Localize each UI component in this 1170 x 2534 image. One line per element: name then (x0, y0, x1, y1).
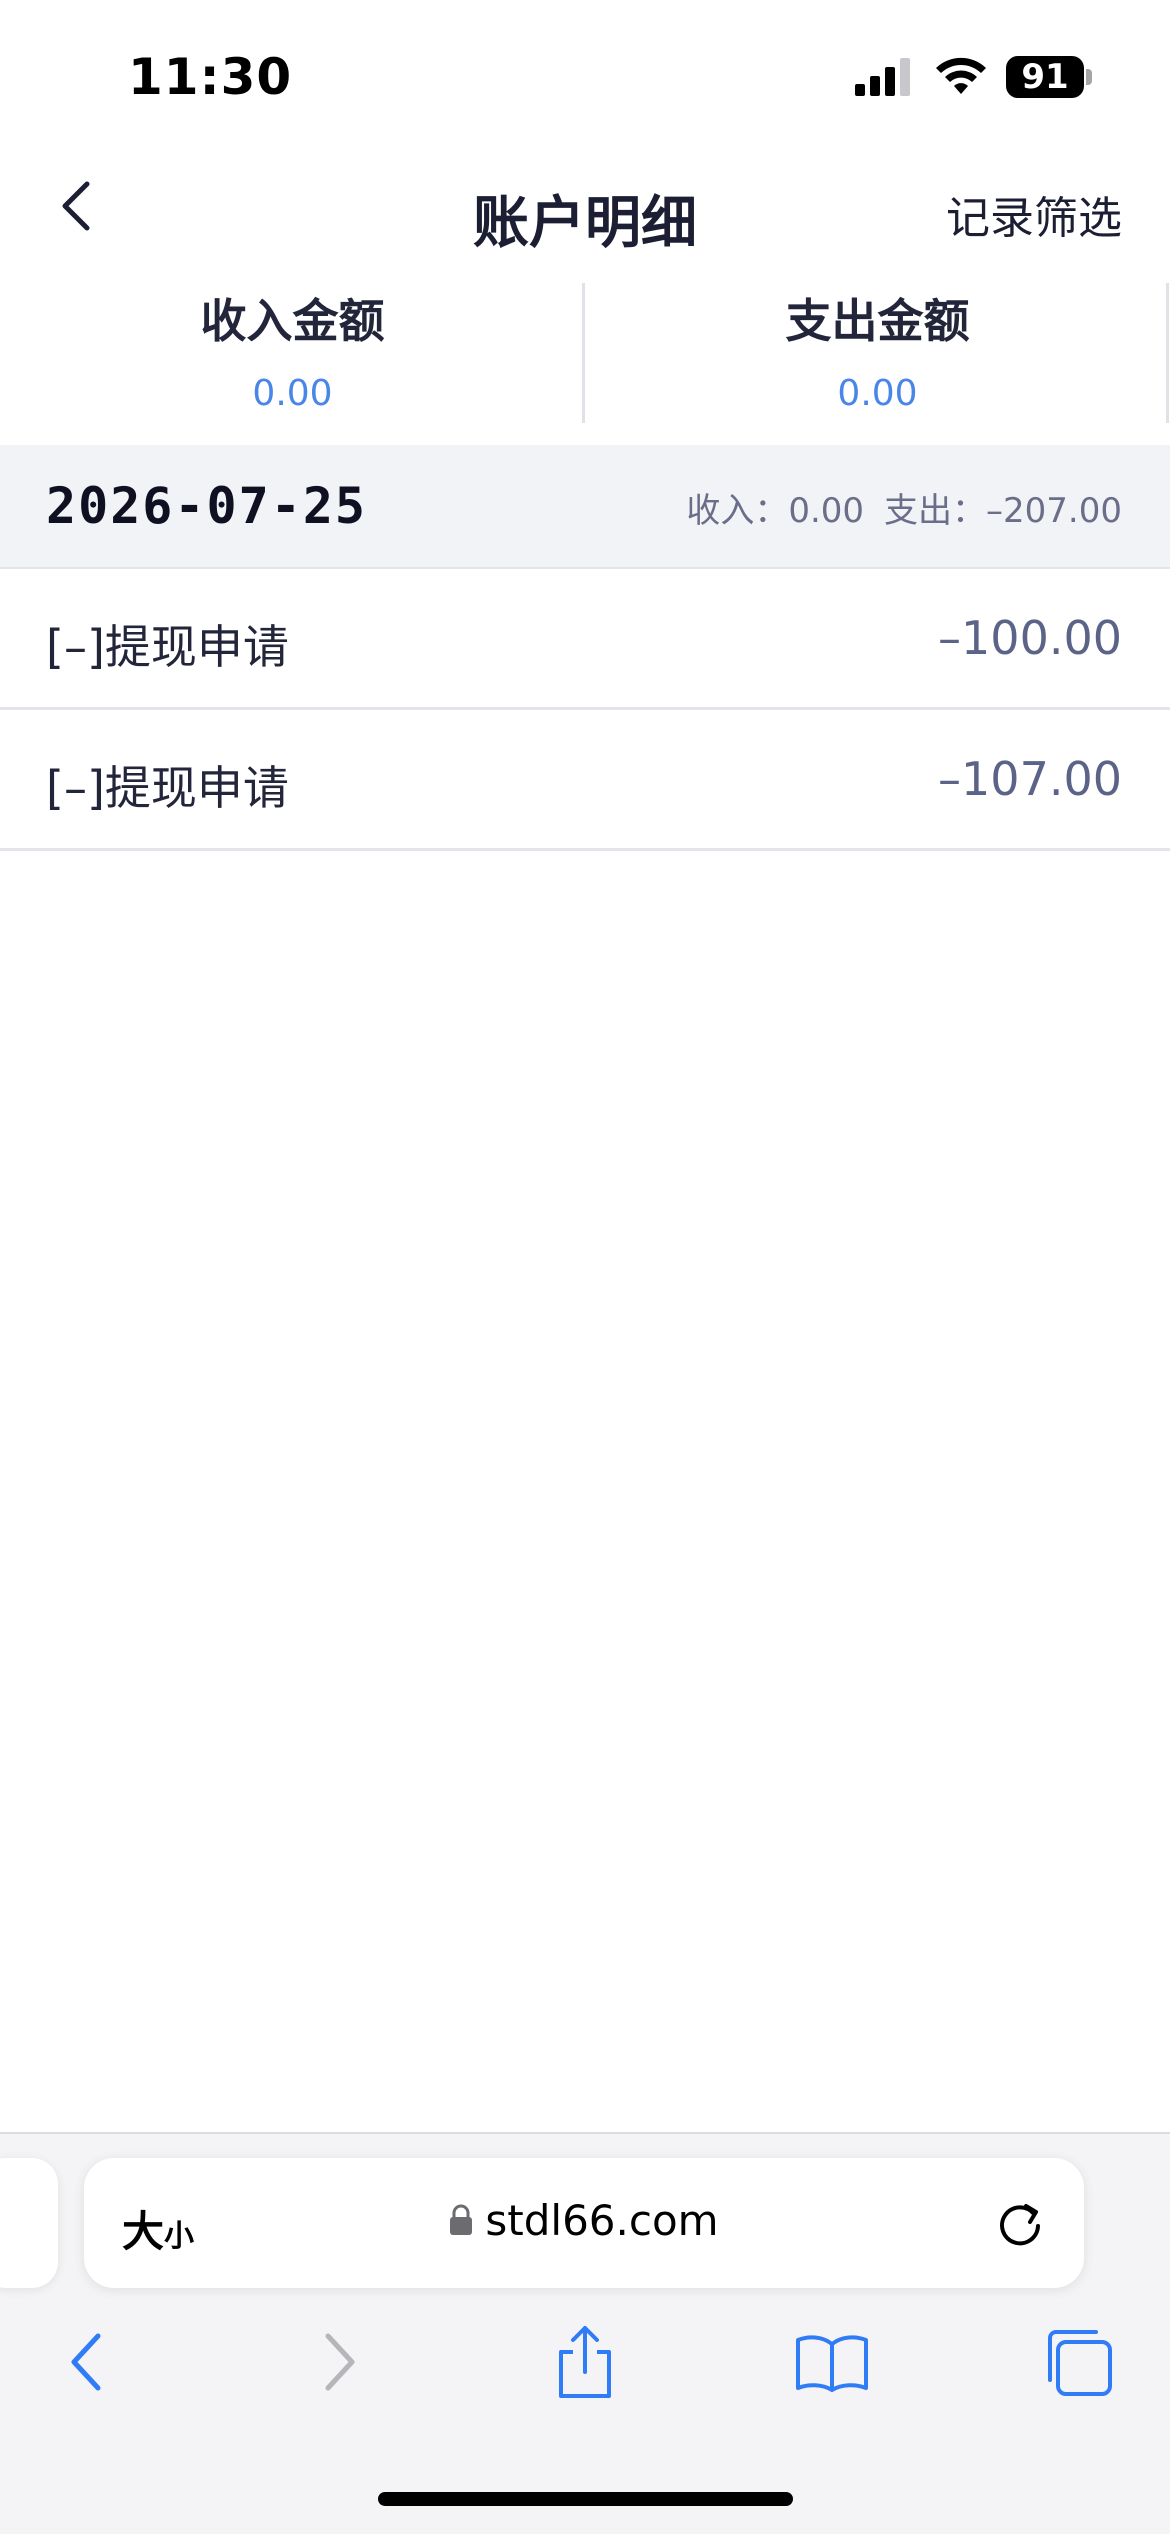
record-amount: –107.00 (938, 752, 1122, 806)
wifi-icon (936, 57, 986, 94)
group-date: 2026-07-25 (46, 477, 368, 535)
record-amount: –100.00 (938, 611, 1122, 665)
date-group-header: 2026-07-25 收入：0.00 支出：–207.00 (0, 445, 1170, 569)
battery-tip (1086, 69, 1092, 85)
share-button[interactable] (545, 2322, 625, 2402)
summary-divider-right (1166, 283, 1169, 423)
status-time: 11:30 (128, 48, 293, 106)
group-expense: 支出：–207.00 (884, 491, 1122, 531)
record-list: [–]提现申请 –100.00 [–]提现申请 –107.00 (0, 569, 1170, 851)
nav-bar: 账户明细 记录筛选 (0, 150, 1170, 270)
status-bar: 11:30 91 (0, 0, 1170, 150)
list-item[interactable]: [–]提现申请 –100.00 (0, 569, 1170, 710)
list-item[interactable]: [–]提现申请 –107.00 (0, 710, 1170, 851)
address-bar[interactable]: 大小 stdl66.com (84, 2158, 1084, 2288)
group-totals: 收入：0.00 支出：–207.00 (686, 483, 1122, 532)
record-title: [–]提现申请 (46, 761, 289, 815)
bookmarks-button[interactable] (792, 2322, 872, 2402)
expense-value: 0.00 (837, 373, 918, 414)
income-label: 收入金额 (200, 294, 385, 348)
lock-icon (450, 2204, 473, 2235)
expense-summary: 支出金额 0.00 (585, 275, 1170, 425)
previous-tab-preview[interactable] (0, 2158, 58, 2288)
chevron-left-icon (71, 2333, 101, 2391)
tabs-icon (1048, 2330, 1112, 2396)
cellular-signal-icon (855, 58, 910, 96)
url-text: stdl66.com (485, 2196, 719, 2245)
summary-panel: 收入金额 0.00 支出金额 0.00 (0, 275, 1170, 445)
home-indicator[interactable] (378, 2492, 793, 2506)
battery-icon: 91 (1006, 56, 1092, 98)
browser-back-button[interactable] (46, 2322, 126, 2402)
record-filter-button[interactable]: 记录筛选 (946, 182, 1122, 246)
expense-label: 支出金额 (785, 294, 970, 348)
browser-forward-button[interactable] (300, 2322, 380, 2402)
tabs-button[interactable] (1038, 2322, 1118, 2402)
book-icon (796, 2335, 868, 2392)
income-summary: 收入金额 0.00 (0, 275, 585, 425)
record-title: [–]提现申请 (46, 620, 289, 674)
reload-icon[interactable] (990, 2194, 1050, 2254)
chevron-right-icon (325, 2333, 355, 2391)
group-income: 收入：0.00 (686, 491, 865, 531)
browser-toolbar (0, 2304, 1170, 2424)
browser-chrome: 大小 stdl66.com (0, 2132, 1170, 2534)
share-icon (559, 2326, 611, 2398)
url-display[interactable]: stdl66.com (84, 2196, 1084, 2245)
battery-level: 91 (1006, 56, 1084, 98)
income-value: 0.00 (252, 373, 333, 414)
